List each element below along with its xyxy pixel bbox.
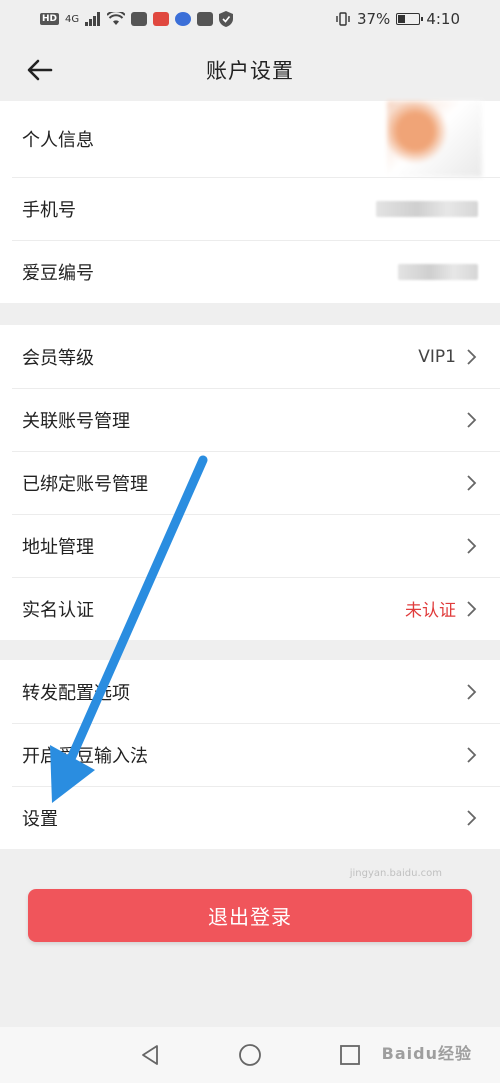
battery-icon xyxy=(396,13,424,25)
shield-icon xyxy=(219,11,234,27)
back-button[interactable] xyxy=(22,52,58,88)
idou-id-row[interactable]: 爱豆编号 xyxy=(0,240,500,303)
bound-account-row[interactable]: 已绑定账号管理 xyxy=(0,451,500,514)
vibrate-icon xyxy=(336,12,350,26)
chevron-right-icon xyxy=(467,537,477,554)
chevron-right-icon xyxy=(467,746,477,763)
row-label: 个人信息 xyxy=(22,130,94,151)
membership-level-value: VIP1 xyxy=(418,346,456,367)
logout-button[interactable]: 退出登录 xyxy=(28,889,472,942)
signal-icon xyxy=(85,12,101,26)
battery-percent: 37% xyxy=(356,10,391,28)
chevron-right-icon xyxy=(467,809,477,826)
hd-icon: HD xyxy=(40,13,60,25)
square-recents-icon xyxy=(340,1045,360,1065)
watermark: Baidu经验 xyxy=(381,1044,472,1063)
row-label: 开启爱豆输入法 xyxy=(22,745,148,767)
row-label: 爱豆编号 xyxy=(22,262,94,284)
chevron-right-icon xyxy=(467,411,477,428)
enable-keyboard-row[interactable]: 开启爱豆输入法 xyxy=(0,723,500,786)
circle-home-icon xyxy=(239,1044,261,1066)
row-label: 实名认证 xyxy=(22,599,94,621)
row-label: 会员等级 xyxy=(22,347,94,369)
chevron-right-icon xyxy=(467,474,477,491)
nav-home-button[interactable] xyxy=(236,1041,264,1069)
avatar xyxy=(387,101,482,177)
nav-recents-button[interactable] xyxy=(336,1041,364,1069)
mail-notification-icon xyxy=(197,12,214,26)
settings-row[interactable]: 设置 xyxy=(0,786,500,849)
address-management-row[interactable]: 地址管理 xyxy=(0,514,500,577)
membership-level-row[interactable]: 会员等级 VIP1 xyxy=(0,325,500,388)
idou-id-masked xyxy=(398,263,478,280)
status-right-icons: 37% 4:10 xyxy=(335,10,460,28)
arrow-left-icon xyxy=(27,59,53,81)
watermark-url: jingyan.baidu.com xyxy=(349,868,442,879)
account-group: 会员等级 VIP1 关联账号管理 已绑定账号管理 地址管理 实名认证 未认证 xyxy=(0,325,500,640)
real-name-verification-row[interactable]: 实名认证 未认证 xyxy=(0,577,500,640)
page-title: 账户设置 xyxy=(206,58,294,83)
app-notification-red-icon xyxy=(153,12,170,26)
row-label: 手机号 xyxy=(22,199,76,221)
profile-group: 个人信息 手机号 爱豆编号 xyxy=(0,101,500,303)
top-app-bar: 账户设置 xyxy=(0,38,500,101)
triangle-back-icon xyxy=(142,1045,158,1065)
row-label: 已绑定账号管理 xyxy=(22,473,148,495)
battery-fill xyxy=(398,15,406,23)
forwarding-config-row[interactable]: 转发配置选项 xyxy=(0,660,500,723)
clock: 4:10 xyxy=(426,10,460,28)
row-label: 关联账号管理 xyxy=(22,410,130,432)
chevron-right-icon xyxy=(467,683,477,700)
nav-back-button[interactable] xyxy=(136,1041,164,1069)
personal-info-row[interactable]: 个人信息 xyxy=(0,101,500,177)
phone-number-masked xyxy=(376,200,478,217)
network-label: 4G xyxy=(65,13,80,25)
row-label: 转发配置选项 xyxy=(22,682,130,704)
app-notification-icon xyxy=(131,12,148,26)
phone-number-row[interactable]: 手机号 xyxy=(0,177,500,240)
status-bar: HD 4G 37% 4:10 xyxy=(0,0,500,38)
music-notification-icon xyxy=(175,12,192,26)
chevron-right-icon xyxy=(467,348,477,365)
linked-account-row[interactable]: 关联账号管理 xyxy=(0,388,500,451)
chevron-right-icon xyxy=(467,600,477,617)
settings-group: 转发配置选项 开启爱豆输入法 设置 xyxy=(0,660,500,849)
wifi-icon xyxy=(107,12,126,25)
status-left-icons: HD 4G xyxy=(40,11,234,27)
row-label: 设置 xyxy=(22,808,58,830)
row-label: 地址管理 xyxy=(22,536,94,558)
verification-status: 未认证 xyxy=(405,601,456,621)
